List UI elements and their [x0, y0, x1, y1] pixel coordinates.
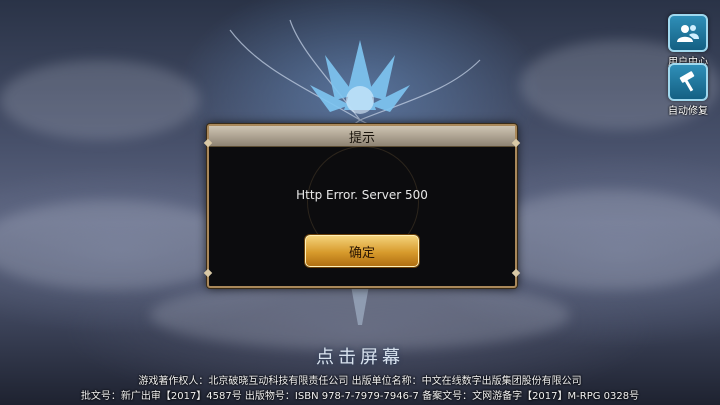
user-center-button[interactable]: 用户中心 — [668, 14, 708, 68]
auto-repair-label: 自动修复 — [668, 106, 708, 117]
confirm-button[interactable]: 确定 — [305, 235, 419, 267]
copyright-line-2: 批文号：新广出审【2017】4587号 出版物号：ISBN 978-7-7979… — [80, 391, 640, 402]
error-message: Http Error. Server 500 — [296, 188, 428, 202]
error-dialog: 提示 Http Error. Server 500 确定 — [203, 124, 521, 288]
hammer-icon — [668, 63, 708, 101]
dialog-title: 提示 — [209, 126, 515, 147]
tap-screen-prompt[interactable]: 点击屏幕 — [0, 343, 720, 369]
auto-repair-button[interactable]: 自动修复 — [668, 63, 708, 117]
copyright-line-1: 游戏著作权人：北京破晓互动科技有限责任公司 出版单位名称：中文在线数字出版集团股… — [138, 376, 582, 387]
users-icon — [668, 14, 708, 52]
